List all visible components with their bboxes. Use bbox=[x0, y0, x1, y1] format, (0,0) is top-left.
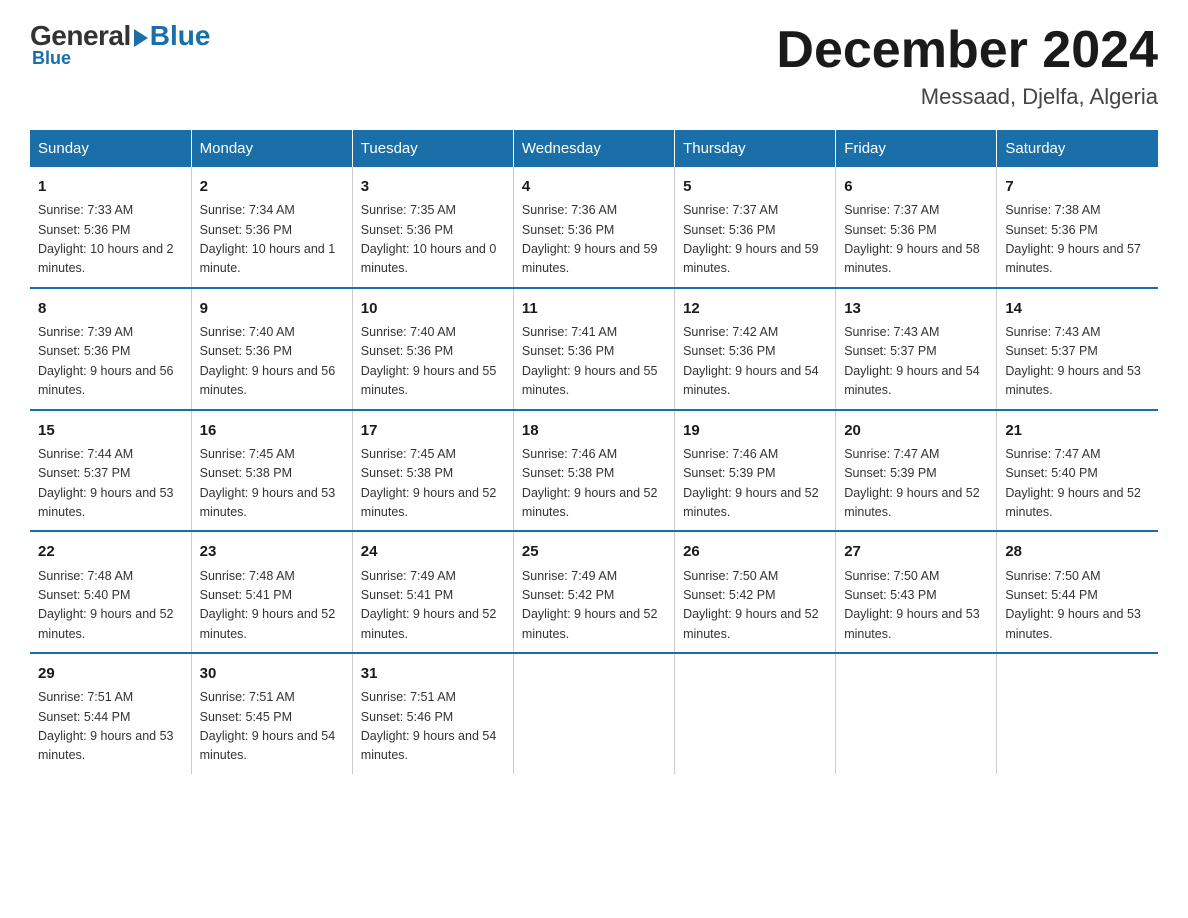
header-friday: Friday bbox=[836, 130, 997, 167]
day-number: 9 bbox=[200, 297, 344, 320]
logo-triangle-icon bbox=[134, 29, 148, 47]
calendar-cell bbox=[836, 653, 997, 774]
day-number: 6 bbox=[844, 175, 988, 198]
day-number: 1 bbox=[38, 175, 183, 198]
calendar-cell: 5Sunrise: 7:37 AMSunset: 5:36 PMDaylight… bbox=[675, 167, 836, 288]
calendar-cell: 14Sunrise: 7:43 AMSunset: 5:37 PMDayligh… bbox=[997, 288, 1158, 410]
day-number: 26 bbox=[683, 540, 827, 563]
day-number: 29 bbox=[38, 662, 183, 685]
calendar-cell: 1Sunrise: 7:33 AMSunset: 5:36 PMDaylight… bbox=[30, 167, 191, 288]
calendar-cell: 21Sunrise: 7:47 AMSunset: 5:40 PMDayligh… bbox=[997, 410, 1158, 532]
logo-bottom-text: Blue bbox=[30, 48, 71, 69]
calendar-cell: 17Sunrise: 7:45 AMSunset: 5:38 PMDayligh… bbox=[352, 410, 513, 532]
week-row-4: 22Sunrise: 7:48 AMSunset: 5:40 PMDayligh… bbox=[30, 531, 1158, 653]
day-number: 25 bbox=[522, 540, 666, 563]
day-number: 12 bbox=[683, 297, 827, 320]
header-saturday: Saturday bbox=[997, 130, 1158, 167]
day-number: 23 bbox=[200, 540, 344, 563]
calendar-cell: 3Sunrise: 7:35 AMSunset: 5:36 PMDaylight… bbox=[352, 167, 513, 288]
calendar-cell: 20Sunrise: 7:47 AMSunset: 5:39 PMDayligh… bbox=[836, 410, 997, 532]
calendar-cell: 2Sunrise: 7:34 AMSunset: 5:36 PMDaylight… bbox=[191, 167, 352, 288]
day-number: 28 bbox=[1005, 540, 1150, 563]
calendar-cell: 16Sunrise: 7:45 AMSunset: 5:38 PMDayligh… bbox=[191, 410, 352, 532]
day-number: 14 bbox=[1005, 297, 1150, 320]
calendar-cell: 22Sunrise: 7:48 AMSunset: 5:40 PMDayligh… bbox=[30, 531, 191, 653]
day-number: 30 bbox=[200, 662, 344, 685]
calendar-cell: 27Sunrise: 7:50 AMSunset: 5:43 PMDayligh… bbox=[836, 531, 997, 653]
week-row-1: 1Sunrise: 7:33 AMSunset: 5:36 PMDaylight… bbox=[30, 167, 1158, 288]
day-number: 13 bbox=[844, 297, 988, 320]
calendar-cell: 15Sunrise: 7:44 AMSunset: 5:37 PMDayligh… bbox=[30, 410, 191, 532]
day-number: 8 bbox=[38, 297, 183, 320]
calendar-cell: 31Sunrise: 7:51 AMSunset: 5:46 PMDayligh… bbox=[352, 653, 513, 774]
calendar-cell: 30Sunrise: 7:51 AMSunset: 5:45 PMDayligh… bbox=[191, 653, 352, 774]
calendar-cell: 7Sunrise: 7:38 AMSunset: 5:36 PMDaylight… bbox=[997, 167, 1158, 288]
day-number: 17 bbox=[361, 419, 505, 442]
day-number: 24 bbox=[361, 540, 505, 563]
day-number: 10 bbox=[361, 297, 505, 320]
calendar-cell bbox=[675, 653, 836, 774]
calendar-cell: 24Sunrise: 7:49 AMSunset: 5:41 PMDayligh… bbox=[352, 531, 513, 653]
calendar-cell: 18Sunrise: 7:46 AMSunset: 5:38 PMDayligh… bbox=[513, 410, 674, 532]
calendar-cell: 13Sunrise: 7:43 AMSunset: 5:37 PMDayligh… bbox=[836, 288, 997, 410]
calendar-cell: 19Sunrise: 7:46 AMSunset: 5:39 PMDayligh… bbox=[675, 410, 836, 532]
day-number: 11 bbox=[522, 297, 666, 320]
calendar-cell: 11Sunrise: 7:41 AMSunset: 5:36 PMDayligh… bbox=[513, 288, 674, 410]
location-text: Messaad, Djelfa, Algeria bbox=[776, 84, 1158, 110]
calendar-cell: 4Sunrise: 7:36 AMSunset: 5:36 PMDaylight… bbox=[513, 167, 674, 288]
day-number: 19 bbox=[683, 419, 827, 442]
calendar-cell: 6Sunrise: 7:37 AMSunset: 5:36 PMDaylight… bbox=[836, 167, 997, 288]
page-header: General Blue Blue December 2024 Messaad,… bbox=[30, 20, 1158, 110]
calendar-cell: 12Sunrise: 7:42 AMSunset: 5:36 PMDayligh… bbox=[675, 288, 836, 410]
calendar-cell: 9Sunrise: 7:40 AMSunset: 5:36 PMDaylight… bbox=[191, 288, 352, 410]
header-sunday: Sunday bbox=[30, 130, 191, 167]
day-number: 7 bbox=[1005, 175, 1150, 198]
header-monday: Monday bbox=[191, 130, 352, 167]
day-number: 2 bbox=[200, 175, 344, 198]
calendar-cell: 23Sunrise: 7:48 AMSunset: 5:41 PMDayligh… bbox=[191, 531, 352, 653]
day-number: 5 bbox=[683, 175, 827, 198]
day-number: 20 bbox=[844, 419, 988, 442]
day-number: 15 bbox=[38, 419, 183, 442]
week-row-2: 8Sunrise: 7:39 AMSunset: 5:36 PMDaylight… bbox=[30, 288, 1158, 410]
calendar-cell: 28Sunrise: 7:50 AMSunset: 5:44 PMDayligh… bbox=[997, 531, 1158, 653]
day-number: 18 bbox=[522, 419, 666, 442]
calendar-cell bbox=[513, 653, 674, 774]
day-number: 4 bbox=[522, 175, 666, 198]
calendar-cell: 26Sunrise: 7:50 AMSunset: 5:42 PMDayligh… bbox=[675, 531, 836, 653]
logo-blue-text: Blue bbox=[150, 20, 211, 52]
day-number: 31 bbox=[361, 662, 505, 685]
week-row-5: 29Sunrise: 7:51 AMSunset: 5:44 PMDayligh… bbox=[30, 653, 1158, 774]
header-thursday: Thursday bbox=[675, 130, 836, 167]
calendar-table: SundayMondayTuesdayWednesdayThursdayFrid… bbox=[30, 130, 1158, 774]
day-number: 21 bbox=[1005, 419, 1150, 442]
day-number: 16 bbox=[200, 419, 344, 442]
calendar-cell: 10Sunrise: 7:40 AMSunset: 5:36 PMDayligh… bbox=[352, 288, 513, 410]
logo: General Blue Blue bbox=[30, 20, 210, 69]
header-wednesday: Wednesday bbox=[513, 130, 674, 167]
calendar-cell bbox=[997, 653, 1158, 774]
month-title: December 2024 bbox=[776, 20, 1158, 80]
day-number: 27 bbox=[844, 540, 988, 563]
title-section: December 2024 Messaad, Djelfa, Algeria bbox=[776, 20, 1158, 110]
day-number: 3 bbox=[361, 175, 505, 198]
calendar-cell: 29Sunrise: 7:51 AMSunset: 5:44 PMDayligh… bbox=[30, 653, 191, 774]
calendar-cell: 25Sunrise: 7:49 AMSunset: 5:42 PMDayligh… bbox=[513, 531, 674, 653]
header-row: SundayMondayTuesdayWednesdayThursdayFrid… bbox=[30, 130, 1158, 167]
header-tuesday: Tuesday bbox=[352, 130, 513, 167]
day-number: 22 bbox=[38, 540, 183, 563]
calendar-cell: 8Sunrise: 7:39 AMSunset: 5:36 PMDaylight… bbox=[30, 288, 191, 410]
week-row-3: 15Sunrise: 7:44 AMSunset: 5:37 PMDayligh… bbox=[30, 410, 1158, 532]
